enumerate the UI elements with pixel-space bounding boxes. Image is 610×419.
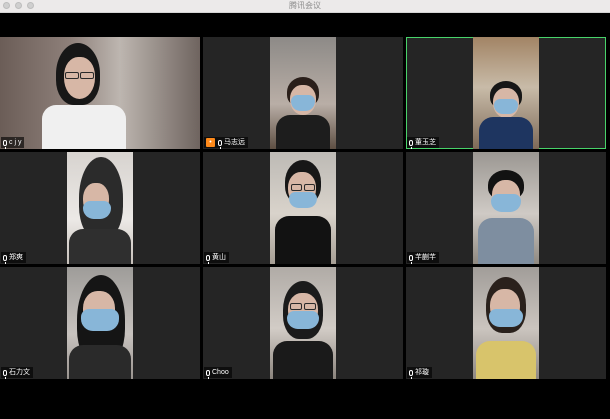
participant-video	[270, 267, 336, 379]
participant-name: 郑爽	[9, 254, 23, 261]
title-bar: 腾讯会议	[0, 0, 610, 13]
microphone-icon	[3, 369, 7, 379]
participant-tile[interactable]: • 马志远	[203, 37, 403, 149]
participant-tile[interactable]: 芊蒯芊	[406, 152, 606, 264]
microphone-icon	[3, 139, 7, 149]
participant-name: 祁璇	[415, 369, 429, 376]
participant-name: 芊蒯芊	[415, 254, 436, 261]
participant-name: 黄山	[212, 254, 226, 261]
participant-video	[67, 267, 133, 379]
participant-label: • 马志远	[204, 137, 248, 149]
microphone-icon	[409, 139, 413, 149]
participant-tile[interactable]: 郑爽	[0, 152, 200, 264]
microphone-icon	[3, 254, 7, 264]
participant-tile[interactable]: 祁璇	[406, 267, 606, 379]
participant-grid: c j y • 马志远 董玉芝 郑爽 黄山 芊蒯芊 石力文 Choo 祁璇	[0, 37, 610, 382]
participant-video	[473, 152, 539, 264]
participant-name: 石力文	[9, 369, 30, 376]
participant-tile[interactable]: c j y	[0, 37, 200, 149]
participant-label: 郑爽	[1, 252, 26, 264]
participant-tile[interactable]: 黄山	[203, 152, 403, 264]
meeting-window: 腾讯会议 c j y • 马志远 董玉芝 郑爽 黄山 芊蒯芊 石力文 Choo …	[0, 0, 610, 419]
participant-video	[67, 152, 133, 264]
participant-name: 董玉芝	[415, 139, 436, 146]
microphone-icon	[409, 369, 413, 379]
participant-name: 马志远	[224, 139, 245, 146]
participant-name: c j y	[9, 139, 22, 146]
window-title: 腾讯会议	[289, 1, 321, 10]
participant-video	[0, 37, 200, 149]
participant-tile[interactable]: Choo	[203, 267, 403, 379]
microphone-icon	[206, 369, 210, 379]
participant-label: Choo	[204, 367, 232, 379]
participant-tile-active[interactable]: 董玉芝	[406, 37, 606, 149]
microphone-icon	[409, 254, 413, 264]
participant-video	[270, 152, 336, 264]
participant-tile[interactable]: 石力文	[0, 267, 200, 379]
participant-label: 石力文	[1, 367, 33, 379]
participant-video	[473, 267, 539, 379]
microphone-icon	[206, 254, 210, 264]
participant-video	[473, 37, 539, 149]
participant-label: 黄山	[204, 252, 229, 264]
participant-label: 祁璇	[407, 367, 432, 379]
participant-video	[270, 37, 336, 149]
participant-name: Choo	[212, 369, 229, 376]
participant-label: 芊蒯芊	[407, 252, 439, 264]
person-icon: •	[206, 138, 215, 147]
participant-label: 董玉芝	[407, 137, 439, 149]
participant-label: c j y	[1, 137, 25, 149]
microphone-icon	[218, 139, 222, 149]
